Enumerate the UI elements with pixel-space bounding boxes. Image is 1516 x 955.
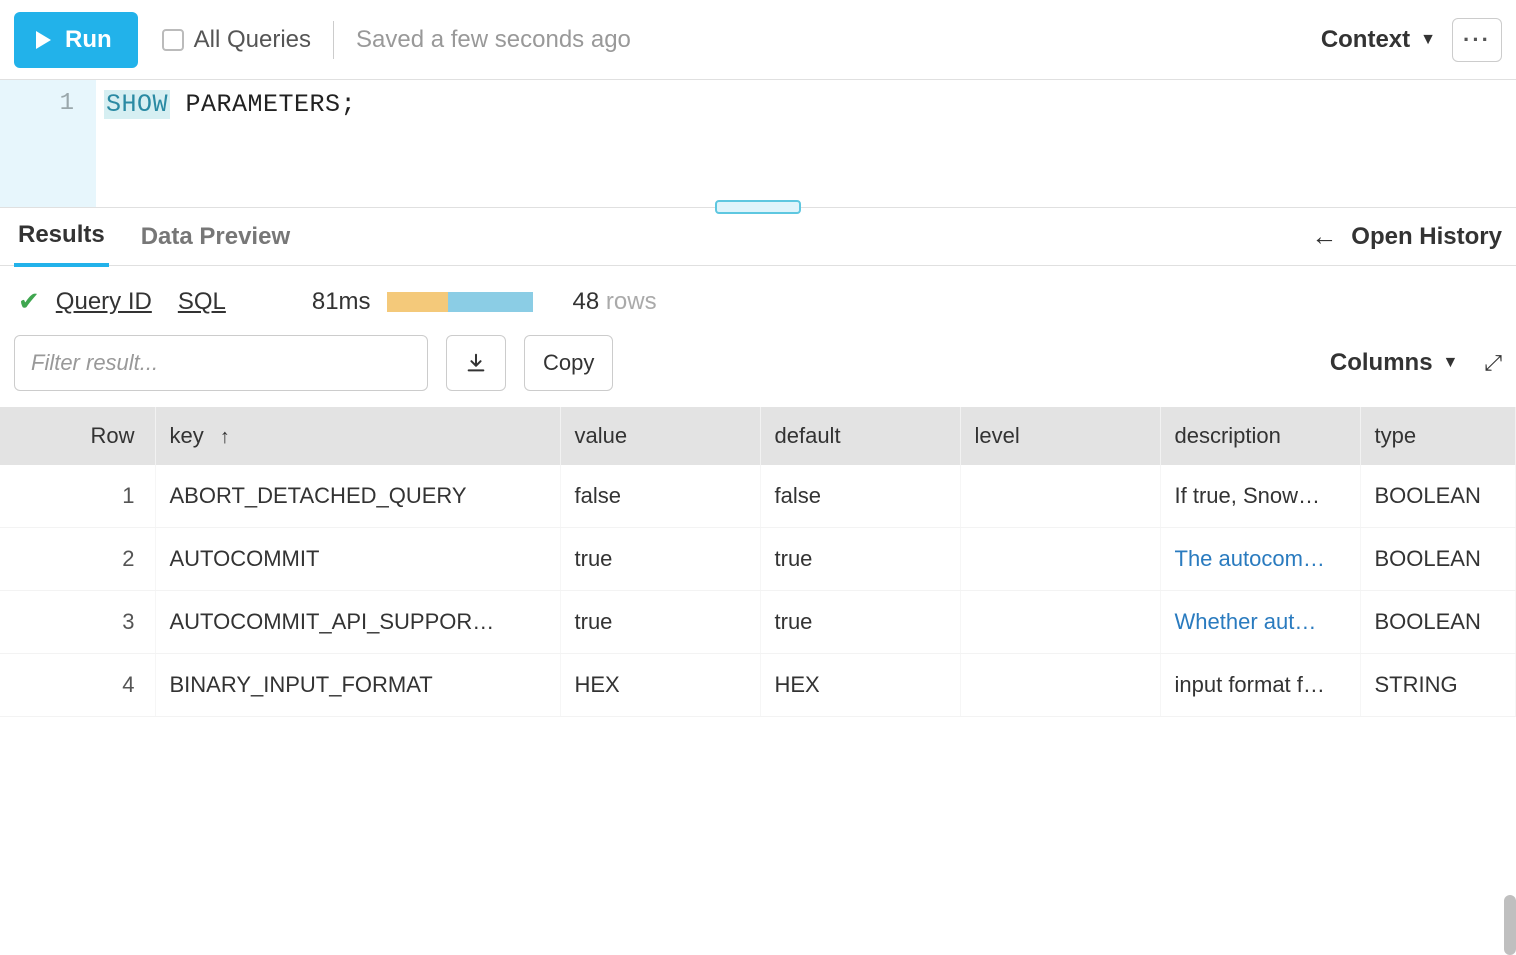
col-header-type[interactable]: type [1360,407,1516,465]
sort-asc-icon: ↑ [220,426,230,448]
timing-segment-compile [387,292,448,312]
open-history-label: Open History [1351,223,1502,251]
open-history-button[interactable]: ← Open History [1311,221,1502,252]
download-icon [465,352,487,374]
top-toolbar: Run All Queries Saved a few seconds ago … [0,0,1516,80]
filter-result-input[interactable] [14,335,428,391]
columns-label: Columns [1330,349,1433,377]
cell-default: true [760,591,960,654]
filter-row-right: Columns ▼ ⤢ [1330,349,1502,377]
arrow-left-icon: ← [1311,221,1337,252]
vertical-scrollbar[interactable] [1504,895,1516,955]
cell-value: false [560,465,760,528]
timing-segment-exec [448,292,533,312]
cell-key: BINARY_INPUT_FORMAT [155,654,560,717]
table-row[interactable]: 1ABORT_DETACHED_QUERYfalsefalseIf true, … [0,465,1516,528]
result-tabs: Results Data Preview ← Open History [0,208,1516,266]
cell-description: input format f… [1160,654,1360,717]
cell-level [960,528,1160,591]
download-button[interactable] [446,335,506,391]
toolbar-right: Context ▼ ··· [1321,18,1502,62]
col-header-key[interactable]: key ↑ [155,407,560,465]
cell-type: BOOLEAN [1360,591,1516,654]
editor-code[interactable]: SHOW PARAMETERS; [96,80,356,207]
toolbar-separator [333,21,334,59]
col-header-row[interactable]: Row [0,407,155,465]
cell-level [960,591,1160,654]
col-header-value[interactable]: value [560,407,760,465]
run-label: Run [65,26,112,54]
context-dropdown[interactable]: Context ▼ [1321,26,1436,54]
cell-description: If true, Snow… [1160,465,1360,528]
cell-type: STRING [1360,654,1516,717]
run-button[interactable]: Run [14,12,138,68]
chevron-down-icon: ▼ [1420,31,1436,49]
cell-type: BOOLEAN [1360,528,1516,591]
cell-key: AUTOCOMMIT [155,528,560,591]
tab-data-preview[interactable]: Data Preview [137,209,294,265]
columns-dropdown[interactable]: Columns ▼ [1330,349,1459,377]
all-queries-checkbox[interactable]: All Queries [158,26,311,54]
cell-type: BOOLEAN [1360,465,1516,528]
editor-gutter: 1 [0,80,96,207]
row-count-number: 48 [573,288,600,315]
row-count-label: rows [606,288,657,315]
row-count: 48 rows [573,288,657,316]
cell-key: ABORT_DETACHED_QUERY [155,465,560,528]
copy-button[interactable]: Copy [524,335,613,391]
sql-link[interactable]: SQL [178,288,226,316]
cell-value: true [560,528,760,591]
cell-rownum: 1 [0,465,155,528]
cell-rownum: 3 [0,591,155,654]
table-row[interactable]: 4BINARY_INPUT_FORMATHEXHEXinput format f… [0,654,1516,717]
cell-default: HEX [760,654,960,717]
cell-level [960,654,1160,717]
cell-description: Whether aut… [1160,591,1360,654]
col-header-description[interactable]: description [1160,407,1360,465]
saved-status: Saved a few seconds ago [356,26,631,54]
chevron-down-icon: ▼ [1443,354,1459,372]
cell-level [960,465,1160,528]
cell-default: true [760,528,960,591]
pane-resize-handle[interactable] [715,200,801,214]
sql-keyword: SHOW [104,90,170,119]
context-label: Context [1321,26,1410,54]
col-header-key-label: key [170,423,204,448]
cell-default: false [760,465,960,528]
more-button[interactable]: ··· [1452,18,1502,62]
table-header-row: Row key ↑ value default level descriptio… [0,407,1516,465]
play-icon [36,31,51,49]
col-header-default[interactable]: default [760,407,960,465]
col-header-level[interactable]: level [960,407,1160,465]
cell-rownum: 4 [0,654,155,717]
timing-bar [387,292,533,312]
table-row[interactable]: 2AUTOCOMMITtruetrueThe autocom…BOOLEAN [0,528,1516,591]
query-id-link[interactable]: Query ID [56,288,152,316]
success-check-icon: ✔ [18,286,40,317]
expand-icon[interactable]: ⤢ [1484,350,1502,376]
tab-results[interactable]: Results [14,207,109,267]
cell-key: AUTOCOMMIT_API_SUPPOR… [155,591,560,654]
sql-editor[interactable]: 1 SHOW PARAMETERS; [0,80,1516,208]
query-duration: 81ms [312,288,371,316]
line-number: 1 [60,90,74,117]
results-table: Row key ↑ value default level descriptio… [0,407,1516,717]
cell-value: HEX [560,654,760,717]
sql-terminator: ; [341,90,357,119]
filter-row: Copy Columns ▼ ⤢ [0,335,1516,407]
cell-value: true [560,591,760,654]
cell-description: The autocom… [1160,528,1360,591]
all-queries-input[interactable] [162,29,184,51]
results-table-wrap: Row key ↑ value default level descriptio… [0,407,1516,717]
query-status-row: ✔ Query ID SQL 81ms 48 rows [0,266,1516,335]
table-row[interactable]: 3AUTOCOMMIT_API_SUPPOR…truetrueWhether a… [0,591,1516,654]
cell-rownum: 2 [0,528,155,591]
all-queries-label: All Queries [194,26,311,54]
sql-identifier: PARAMETERS [186,90,341,119]
